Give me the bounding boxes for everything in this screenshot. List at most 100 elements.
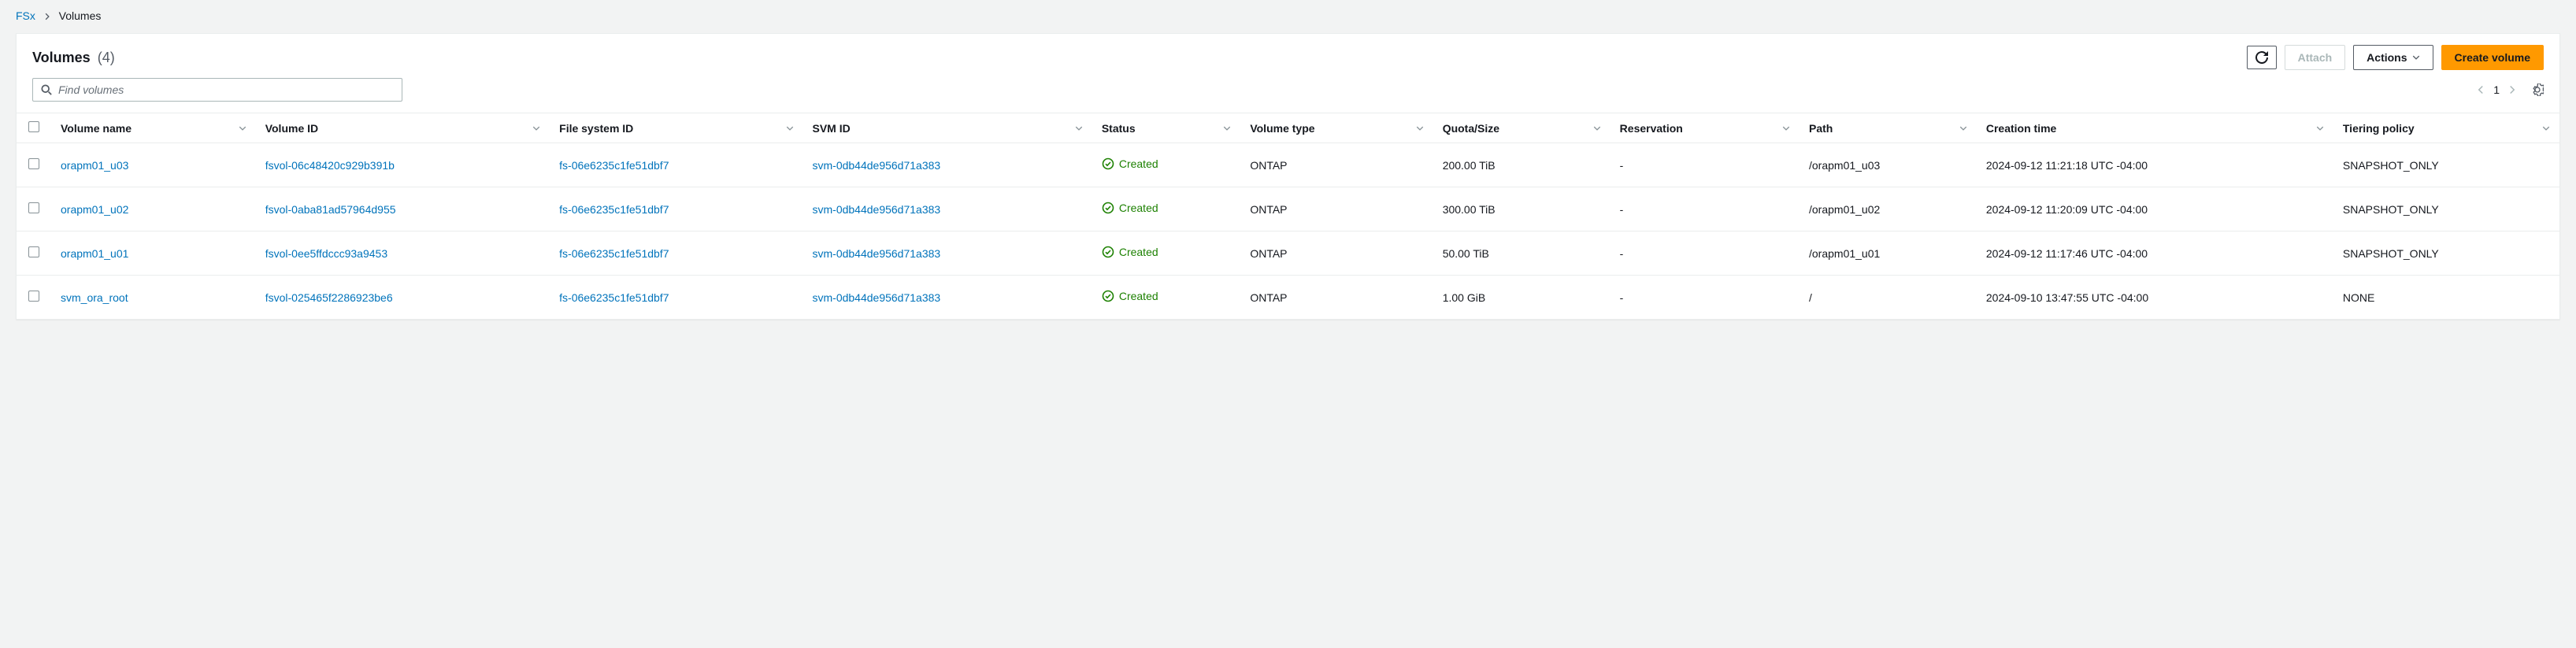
- col-path[interactable]: Path: [1799, 113, 1977, 143]
- file-system-id-link[interactable]: fs-06e6235c1fe51dbf7: [559, 159, 669, 172]
- svm-id-link[interactable]: svm-0db44de956d71a383: [813, 159, 941, 172]
- col-volume-name[interactable]: Volume name: [51, 113, 256, 143]
- panel-actions: Attach Actions Create volume: [2247, 45, 2544, 70]
- svm-id-link[interactable]: svm-0db44de956d71a383: [813, 291, 941, 304]
- col-volume-type[interactable]: Volume type: [1240, 113, 1433, 143]
- col-tiering-policy[interactable]: Tiering policy: [2333, 113, 2559, 143]
- col-label: Volume name: [61, 122, 132, 135]
- reservation-cell: -: [1610, 143, 1799, 187]
- select-all-checkbox[interactable]: [28, 121, 39, 132]
- search-icon: [41, 84, 52, 95]
- volume-type-cell: ONTAP: [1240, 143, 1433, 187]
- status-text: Created: [1119, 246, 1158, 258]
- page-title: Volumes (4): [32, 50, 115, 66]
- check-circle-icon: [1102, 290, 1114, 302]
- status-badge: Created: [1102, 202, 1158, 214]
- volume-name-link[interactable]: orapm01_u02: [61, 203, 128, 216]
- row-checkbox[interactable]: [28, 158, 39, 169]
- quota-cell: 1.00 GiB: [1433, 276, 1610, 320]
- actions-label: Actions: [2367, 50, 2407, 65]
- col-label: Reservation: [1620, 122, 1683, 135]
- creation-time-cell: 2024-09-12 11:17:46 UTC -04:00: [1977, 231, 2333, 276]
- quota-cell: 50.00 TiB: [1433, 231, 1610, 276]
- attach-button[interactable]: Attach: [2285, 45, 2346, 70]
- caret-down-icon: [2412, 54, 2420, 61]
- pager: 1: [2476, 83, 2544, 96]
- pager-page: 1: [2493, 83, 2500, 96]
- col-file-system-id[interactable]: File system ID: [550, 113, 802, 143]
- col-label: Status: [1102, 122, 1136, 135]
- table-header-row: Volume name Volume ID File system ID SVM…: [17, 113, 2559, 143]
- reservation-cell: -: [1610, 276, 1799, 320]
- pager-next[interactable]: [2507, 85, 2517, 94]
- svm-id-link[interactable]: svm-0db44de956d71a383: [813, 203, 941, 216]
- create-volume-button[interactable]: Create volume: [2441, 45, 2544, 70]
- status-text: Created: [1119, 290, 1158, 302]
- sort-icon: [786, 124, 794, 132]
- volume-name-link[interactable]: orapm01_u03: [61, 159, 128, 172]
- status-text: Created: [1119, 202, 1158, 214]
- table-row: orapm01_u02 fsvol-0aba81ad57964d955 fs-0…: [17, 187, 2559, 231]
- path-cell: /orapm01_u03: [1799, 143, 1977, 187]
- sort-icon: [1959, 124, 1967, 132]
- file-system-id-link[interactable]: fs-06e6235c1fe51dbf7: [559, 247, 669, 260]
- file-system-id-link[interactable]: fs-06e6235c1fe51dbf7: [559, 291, 669, 304]
- col-label: Volume ID: [265, 122, 318, 135]
- reservation-cell: -: [1610, 231, 1799, 276]
- col-reservation[interactable]: Reservation: [1610, 113, 1799, 143]
- file-system-id-link[interactable]: fs-06e6235c1fe51dbf7: [559, 203, 669, 216]
- volume-id-link[interactable]: fsvol-06c48420c929b391b: [265, 159, 395, 172]
- sort-icon: [239, 124, 246, 132]
- sort-icon: [1075, 124, 1083, 132]
- gear-icon: [2531, 83, 2544, 96]
- sort-icon: [1416, 124, 1424, 132]
- col-status[interactable]: Status: [1092, 113, 1241, 143]
- breadcrumb-root[interactable]: FSx: [16, 9, 35, 22]
- row-checkbox[interactable]: [28, 291, 39, 302]
- col-svm-id[interactable]: SVM ID: [803, 113, 1092, 143]
- breadcrumb-current: Volumes: [59, 9, 102, 22]
- path-cell: /: [1799, 276, 1977, 320]
- col-volume-id[interactable]: Volume ID: [256, 113, 550, 143]
- col-label: File system ID: [559, 122, 633, 135]
- quota-cell: 300.00 TiB: [1433, 187, 1610, 231]
- actions-dropdown[interactable]: Actions: [2353, 45, 2433, 70]
- volume-name-link[interactable]: svm_ora_root: [61, 291, 128, 304]
- pager-prev[interactable]: [2476, 85, 2485, 94]
- col-creation-time[interactable]: Creation time: [1977, 113, 2333, 143]
- check-circle-icon: [1102, 202, 1114, 214]
- tiering-cell: NONE: [2333, 276, 2559, 320]
- quota-cell: 200.00 TiB: [1433, 143, 1610, 187]
- volume-id-link[interactable]: fsvol-025465f2286923be6: [265, 291, 393, 304]
- settings-button[interactable]: [2531, 83, 2544, 96]
- volume-type-cell: ONTAP: [1240, 187, 1433, 231]
- sort-icon: [532, 124, 540, 132]
- search-input[interactable]: [58, 83, 394, 96]
- sort-icon: [2316, 124, 2324, 132]
- search-box[interactable]: [32, 78, 402, 102]
- col-label: Tiering policy: [2343, 122, 2415, 135]
- table-row: orapm01_u03 fsvol-06c48420c929b391b fs-0…: [17, 143, 2559, 187]
- creation-time-cell: 2024-09-12 11:20:09 UTC -04:00: [1977, 187, 2333, 231]
- row-checkbox[interactable]: [28, 202, 39, 213]
- row-checkbox[interactable]: [28, 246, 39, 257]
- title-count: (4): [98, 50, 115, 65]
- sort-icon: [1782, 124, 1790, 132]
- tiering-cell: SNAPSHOT_ONLY: [2333, 143, 2559, 187]
- check-circle-icon: [1102, 157, 1114, 170]
- check-circle-icon: [1102, 246, 1114, 258]
- volume-id-link[interactable]: fsvol-0ee5ffdccc93a9453: [265, 247, 387, 260]
- status-badge: Created: [1102, 290, 1158, 302]
- volume-id-link[interactable]: fsvol-0aba81ad57964d955: [265, 203, 396, 216]
- volume-name-link[interactable]: orapm01_u01: [61, 247, 128, 260]
- filter-row: 1: [17, 78, 2559, 113]
- col-label: Volume type: [1250, 122, 1314, 135]
- volumes-table: Volume name Volume ID File system ID SVM…: [17, 113, 2559, 319]
- volume-type-cell: ONTAP: [1240, 276, 1433, 320]
- table-row: orapm01_u01 fsvol-0ee5ffdccc93a9453 fs-0…: [17, 231, 2559, 276]
- status-badge: Created: [1102, 246, 1158, 258]
- svm-id-link[interactable]: svm-0db44de956d71a383: [813, 247, 941, 260]
- sort-icon: [2542, 124, 2550, 132]
- col-quota-size[interactable]: Quota/Size: [1433, 113, 1610, 143]
- refresh-button[interactable]: [2247, 46, 2277, 69]
